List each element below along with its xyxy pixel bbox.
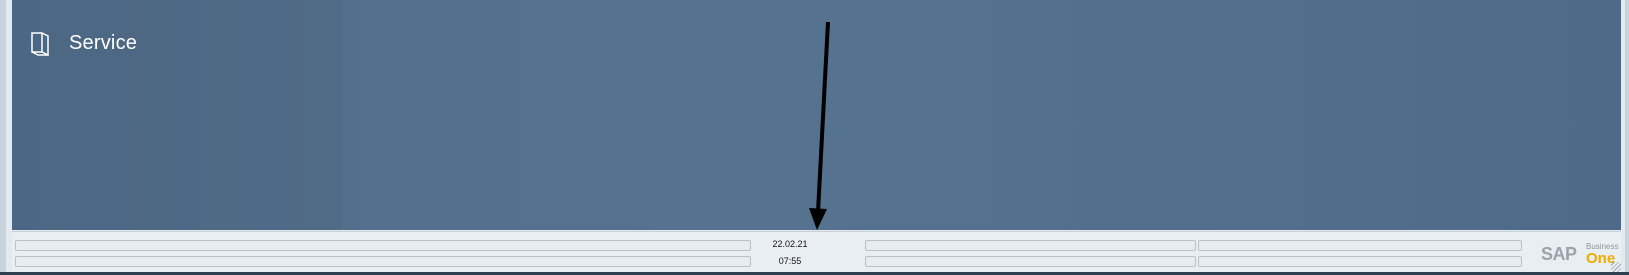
status-field-5 xyxy=(1198,240,1522,251)
status-message-field-2 xyxy=(15,256,751,267)
status-bar: 22.02.21 07:55 xyxy=(12,231,1621,273)
status-time: 07:55 xyxy=(778,256,802,266)
book-icon xyxy=(31,32,49,56)
resize-grip[interactable] xyxy=(1611,262,1621,272)
module-service[interactable]: Service xyxy=(28,30,137,56)
application-window: Service 22.02.21 07:55 SAP Business One xyxy=(0,0,1629,275)
status-message-field xyxy=(15,240,751,251)
main-area: Service xyxy=(12,0,1621,230)
status-field-6 xyxy=(1198,256,1522,267)
status-field-3 xyxy=(865,240,1196,251)
module-service-label: Service xyxy=(69,31,138,54)
status-field-4 xyxy=(865,256,1196,267)
status-date: 22.02.21 xyxy=(772,239,808,249)
sap-logo-text: SAP xyxy=(1541,244,1577,264)
